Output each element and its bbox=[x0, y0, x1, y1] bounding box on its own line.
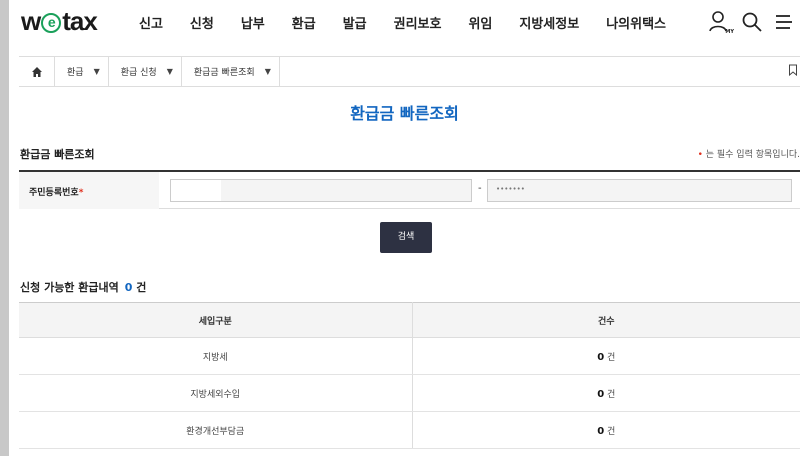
wetax-logo[interactable]: w e tax bbox=[21, 6, 98, 37]
nav-item-refund[interactable]: 환급 bbox=[292, 13, 316, 32]
breadcrumb-item-quick-lookup[interactable]: 환급금 빠른조회 ▼ bbox=[182, 57, 280, 86]
search-icon[interactable] bbox=[740, 10, 764, 34]
results-count-unit: 건 bbox=[136, 281, 147, 294]
table-header-row: 세입구분 건수 bbox=[19, 302, 800, 338]
home-icon[interactable] bbox=[19, 57, 55, 86]
nav-item-rights[interactable]: 권리보호 bbox=[394, 13, 442, 32]
column-header-type: 세입구분 bbox=[19, 302, 413, 338]
site-header: w e tax 신고 신청 납부 환급 발급 권리보호 위임 지방세정보 나의위택스… bbox=[9, 0, 800, 48]
breadcrumb: 환급 ▼ 환급 신청 ▼ 환급금 빠른조회 ▼ bbox=[19, 56, 800, 87]
nav-item-info[interactable]: 지방세정보 bbox=[519, 13, 579, 32]
required-star: * bbox=[78, 188, 84, 198]
breadcrumb-label: 환급금 빠른조회 bbox=[193, 68, 255, 78]
required-dot: • bbox=[697, 150, 703, 160]
row-type: 지방세외수입 bbox=[19, 374, 413, 412]
breadcrumb-label: 환급 bbox=[67, 68, 84, 78]
row-type: 지방세 bbox=[19, 337, 413, 375]
results-count-value: 0 bbox=[124, 281, 133, 294]
breadcrumb-label: 환급 신청 bbox=[120, 68, 157, 78]
results-title-text: 신청 가능한 환급내역 bbox=[20, 281, 119, 294]
required-note: • 는 필수 입력 항목입니다. bbox=[698, 147, 800, 160]
row-count-value: 0 bbox=[597, 388, 605, 400]
caret-down-icon: ▼ bbox=[166, 67, 173, 76]
breadcrumb-item-refund-apply[interactable]: 환급 신청 ▼ bbox=[109, 57, 182, 86]
logo-text-tax: tax bbox=[62, 6, 98, 36]
caret-down-icon: ▼ bbox=[93, 67, 100, 76]
menu-icon[interactable] bbox=[772, 10, 796, 34]
table-row: 환경개선부담금 0 건 bbox=[19, 411, 800, 449]
rrn-second-input[interactable]: ••••••• bbox=[487, 179, 792, 202]
row-count-unit: 건 bbox=[607, 352, 616, 363]
caret-down-icon: ▼ bbox=[264, 67, 271, 76]
row-count-unit: 건 bbox=[607, 389, 616, 400]
required-note-text: 는 필수 입력 항목입니다. bbox=[705, 150, 800, 160]
nav-item-issue[interactable]: 발급 bbox=[343, 13, 367, 32]
row-count-value: 0 bbox=[597, 425, 605, 437]
rrn-first-input-value bbox=[171, 180, 221, 201]
row-type: 환경개선부담금 bbox=[19, 411, 413, 449]
row-count-unit: 건 bbox=[607, 426, 616, 437]
header-icons: MY bbox=[700, 10, 796, 35]
nav-item-delegate[interactable]: 위임 bbox=[468, 13, 492, 32]
results-title: 신청 가능한 환급내역 0 건 bbox=[20, 279, 146, 295]
column-header-count: 건수 bbox=[412, 302, 800, 338]
nav-item-apply[interactable]: 신청 bbox=[190, 13, 214, 32]
search-button[interactable]: 검색 bbox=[380, 222, 432, 253]
rrn-separator: - bbox=[478, 183, 482, 194]
section-title: 환급금 빠른조회 bbox=[20, 148, 95, 161]
results-table: 세입구분 건수 지방세 0 건 지방세외수입 0 건 환경개선부담금 0 건 bbox=[19, 302, 800, 449]
main-nav: 신고 신청 납부 환급 발급 권리보호 위임 지방세정보 나의위택스 bbox=[139, 13, 693, 32]
row-count-value: 0 bbox=[597, 351, 605, 363]
results-count: 0 건 bbox=[125, 281, 147, 294]
nav-item-my-wetax[interactable]: 나의위택스 bbox=[606, 13, 666, 32]
nav-item-pay[interactable]: 납부 bbox=[241, 13, 265, 32]
my-user-icon[interactable]: MY bbox=[708, 10, 734, 35]
row-count: 0 건 bbox=[412, 411, 800, 449]
rrn-form-row: 주민등록번호* - ••••••• bbox=[19, 170, 800, 209]
table-row: 지방세외수입 0 건 bbox=[19, 374, 800, 412]
rrn-label-text: 주민등록번호 bbox=[29, 188, 79, 198]
logo-e-mark: e bbox=[41, 12, 62, 33]
rrn-first-input[interactable] bbox=[170, 179, 472, 202]
page-frame: w e tax 신고 신청 납부 환급 발급 권리보호 위임 지방세정보 나의위택스… bbox=[9, 0, 800, 456]
my-label: MY bbox=[725, 29, 734, 35]
nav-item-report[interactable]: 신고 bbox=[139, 13, 163, 32]
rrn-label: 주민등록번호* bbox=[19, 172, 159, 209]
table-row: 지방세 0 건 bbox=[19, 337, 800, 375]
logo-text-w: w bbox=[21, 6, 41, 36]
page-title: 환급금 빠른조회 bbox=[350, 104, 459, 123]
breadcrumb-item-refund[interactable]: 환급 ▼ bbox=[55, 57, 109, 86]
bookmark-icon[interactable] bbox=[788, 64, 798, 79]
row-count: 0 건 bbox=[412, 337, 800, 375]
row-count: 0 건 bbox=[412, 374, 800, 412]
